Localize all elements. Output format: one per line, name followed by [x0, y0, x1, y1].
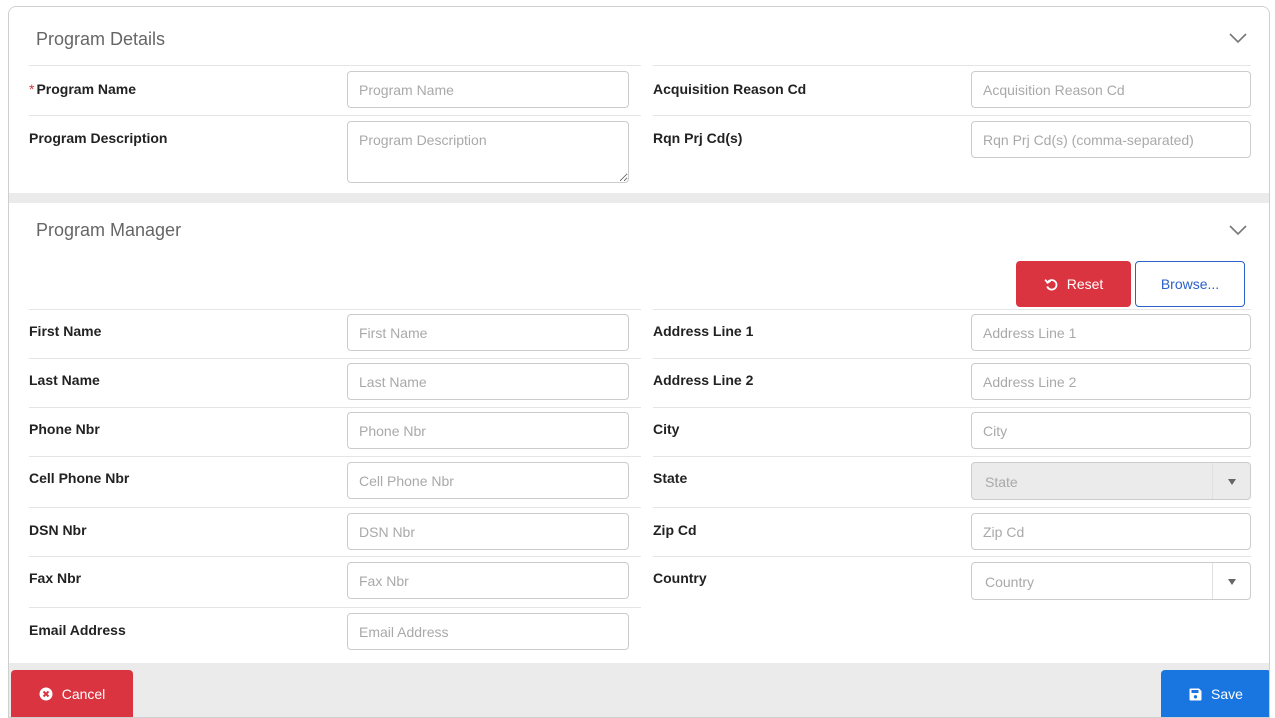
- dsn-nbr-label: DSN Nbr: [29, 522, 87, 538]
- program-manager-title: Program Manager: [36, 220, 182, 240]
- city-label: City: [653, 421, 680, 437]
- program-name-label: * Program Name: [29, 81, 137, 97]
- email-address-input[interactable]: [347, 613, 629, 650]
- country-select-value: Country: [985, 574, 1035, 590]
- city-input[interactable]: [971, 412, 1251, 449]
- divider: [653, 507, 1251, 508]
- divider: [29, 407, 641, 408]
- divider: [29, 556, 641, 557]
- undo-icon: [1044, 279, 1058, 291]
- save-button[interactable]: Save: [1161, 670, 1269, 717]
- cancel-button[interactable]: Cancel: [11, 670, 133, 717]
- address-line-1-input[interactable]: [971, 314, 1251, 351]
- save-button-label: Save: [1211, 686, 1243, 702]
- caret-down-icon: [1228, 579, 1236, 585]
- zip-cd-input[interactable]: [971, 513, 1251, 550]
- state-select-value: State: [985, 474, 1018, 490]
- program-name-input[interactable]: [347, 71, 629, 108]
- browse-button-label: Browse...: [1160, 276, 1220, 292]
- times-circle-icon: [39, 687, 53, 701]
- chevron-down-icon[interactable]: [1227, 31, 1249, 45]
- acquisition-reason-cd-input[interactable]: [971, 71, 1251, 108]
- address-line-2-label: Address Line 2: [653, 372, 754, 388]
- program-details-title: Program Details: [36, 29, 166, 49]
- caret-down-icon: [1228, 479, 1236, 485]
- zip-cd-label: Zip Cd: [653, 522, 697, 538]
- divider: [653, 65, 1251, 66]
- phone-nbr-input[interactable]: [347, 412, 629, 449]
- divider: [653, 456, 1251, 457]
- chevron-down-icon[interactable]: [1227, 223, 1249, 237]
- fax-nbr-label: Fax Nbr: [29, 570, 82, 586]
- cancel-button-label: Cancel: [61, 686, 106, 702]
- program-details-panel: Program Details *Program Name Program De…: [9, 7, 1269, 193]
- country-label: Country: [653, 570, 707, 586]
- last-name-input[interactable]: [347, 363, 629, 400]
- state-select[interactable]: State: [971, 462, 1251, 500]
- divider: [653, 115, 1251, 116]
- divider: [29, 507, 641, 508]
- first-name-label: First Name: [29, 323, 102, 339]
- phone-nbr-label: Phone Nbr: [29, 421, 100, 437]
- email-address-label: Email Address: [29, 622, 126, 638]
- address-line-1-label: Address Line 1: [653, 323, 754, 339]
- divider: [653, 556, 1251, 557]
- country-select[interactable]: Country: [971, 562, 1251, 600]
- divider: [653, 309, 1251, 310]
- floppy-disk-icon: [1189, 688, 1202, 700]
- program-description-input[interactable]: [347, 121, 629, 183]
- dsn-nbr-input[interactable]: [347, 513, 629, 550]
- divider: [29, 309, 641, 310]
- last-name-label: Last Name: [29, 372, 100, 388]
- state-label: State: [653, 470, 688, 486]
- cell-phone-nbr-label: Cell Phone Nbr: [29, 470, 130, 486]
- acquisition-reason-cd-label: Acquisition Reason Cd: [653, 81, 807, 97]
- divider: [653, 358, 1251, 359]
- rqn-prj-cds-label: Rqn Prj Cd(s): [653, 130, 743, 146]
- cell-phone-nbr-input[interactable]: [347, 462, 629, 499]
- program-description-label: Program Description: [29, 130, 168, 146]
- divider: [29, 607, 641, 608]
- rqn-prj-cds-input[interactable]: [971, 121, 1251, 158]
- divider: [29, 115, 641, 116]
- required-marker: *: [29, 81, 35, 97]
- fax-nbr-input[interactable]: [347, 562, 629, 599]
- divider: [29, 65, 641, 66]
- first-name-input[interactable]: [347, 314, 629, 351]
- browse-button[interactable]: Browse...: [1135, 261, 1245, 307]
- divider: [653, 407, 1251, 408]
- address-line-2-input[interactable]: [971, 363, 1251, 400]
- reset-button-label: Reset: [1066, 276, 1104, 292]
- reset-button[interactable]: Reset: [1016, 261, 1131, 307]
- divider: [29, 358, 641, 359]
- divider: [29, 456, 641, 457]
- form-frame: Program Details *Program Name Program De…: [8, 6, 1270, 718]
